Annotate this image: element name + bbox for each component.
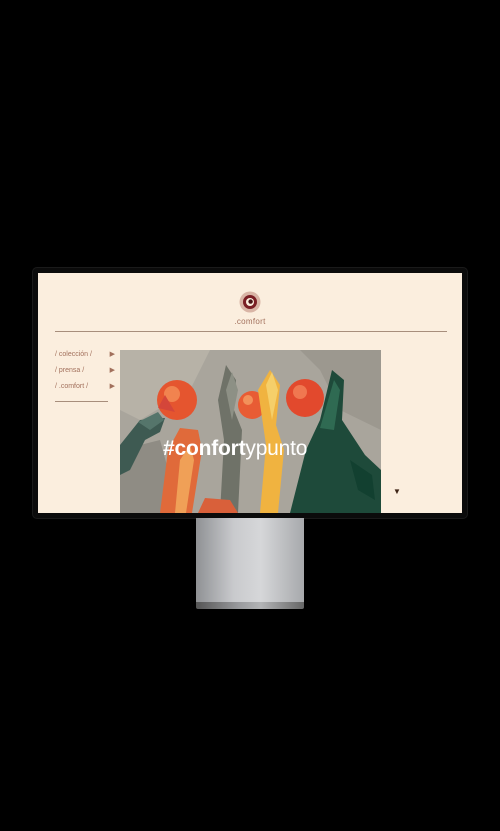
side-menu: / colección / ▶ / prensa / ▶ / .comfort … xyxy=(55,346,115,394)
menu-item-label: / prensa / xyxy=(55,366,85,374)
monitor-stand-base xyxy=(196,602,304,609)
hands-illustration xyxy=(120,350,381,513)
hero-image: #confortypunto xyxy=(120,350,381,513)
play-arrow-icon: ▶ xyxy=(109,367,115,374)
monitor-stand xyxy=(196,518,304,604)
brand-name: .comfort xyxy=(234,317,266,326)
menu-item-comfort[interactable]: / .comfort / ▶ xyxy=(55,378,115,394)
scroll-down-icon[interactable]: ▼ xyxy=(393,487,401,496)
menu-item-coleccion[interactable]: / colección / ▶ xyxy=(55,346,115,362)
menu-item-label: / colección / xyxy=(55,350,92,358)
hashtag-light-part: ypunto xyxy=(245,437,308,460)
play-arrow-icon: ▶ xyxy=(109,383,115,390)
header-divider xyxy=(55,331,447,332)
monitor-frame: .comfort / colección / ▶ / prensa / ▶ / … xyxy=(33,268,467,518)
play-arrow-icon: ▶ xyxy=(109,351,115,358)
hero-hashtag: #confortypunto xyxy=(163,438,307,459)
hashtag-bold-part: #confort xyxy=(163,437,246,460)
comfort-logo-icon xyxy=(239,291,261,313)
menu-divider xyxy=(55,401,108,402)
menu-item-label: / .comfort / xyxy=(55,382,89,390)
menu-item-prensa[interactable]: / prensa / ▶ xyxy=(55,362,115,378)
website-screen: .comfort / colección / ▶ / prensa / ▶ / … xyxy=(38,273,462,513)
